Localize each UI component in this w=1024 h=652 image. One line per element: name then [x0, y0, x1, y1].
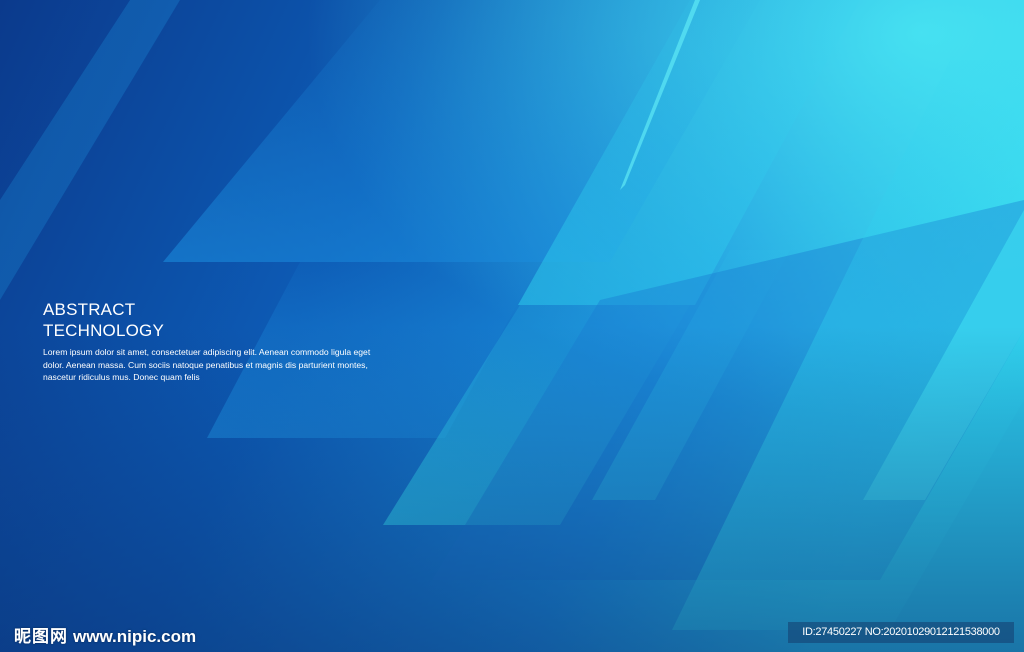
- id-badge: ID:27450227 NO:20201029012121538000: [788, 622, 1014, 643]
- watermark-logo: 昵图网 www.nipic.com: [14, 622, 196, 647]
- watermark-url: www.nipic.com: [73, 627, 197, 646]
- body-text: Lorem ipsum dolor sit amet, consectetuer…: [43, 347, 371, 382]
- watermark-cn: 昵图网: [14, 627, 68, 646]
- title-line-1: ABSTRACT: [43, 300, 136, 319]
- title-line-2: TECHNOLOGY: [43, 321, 165, 340]
- page-title: ABSTRACT TECHNOLOGY: [43, 299, 164, 341]
